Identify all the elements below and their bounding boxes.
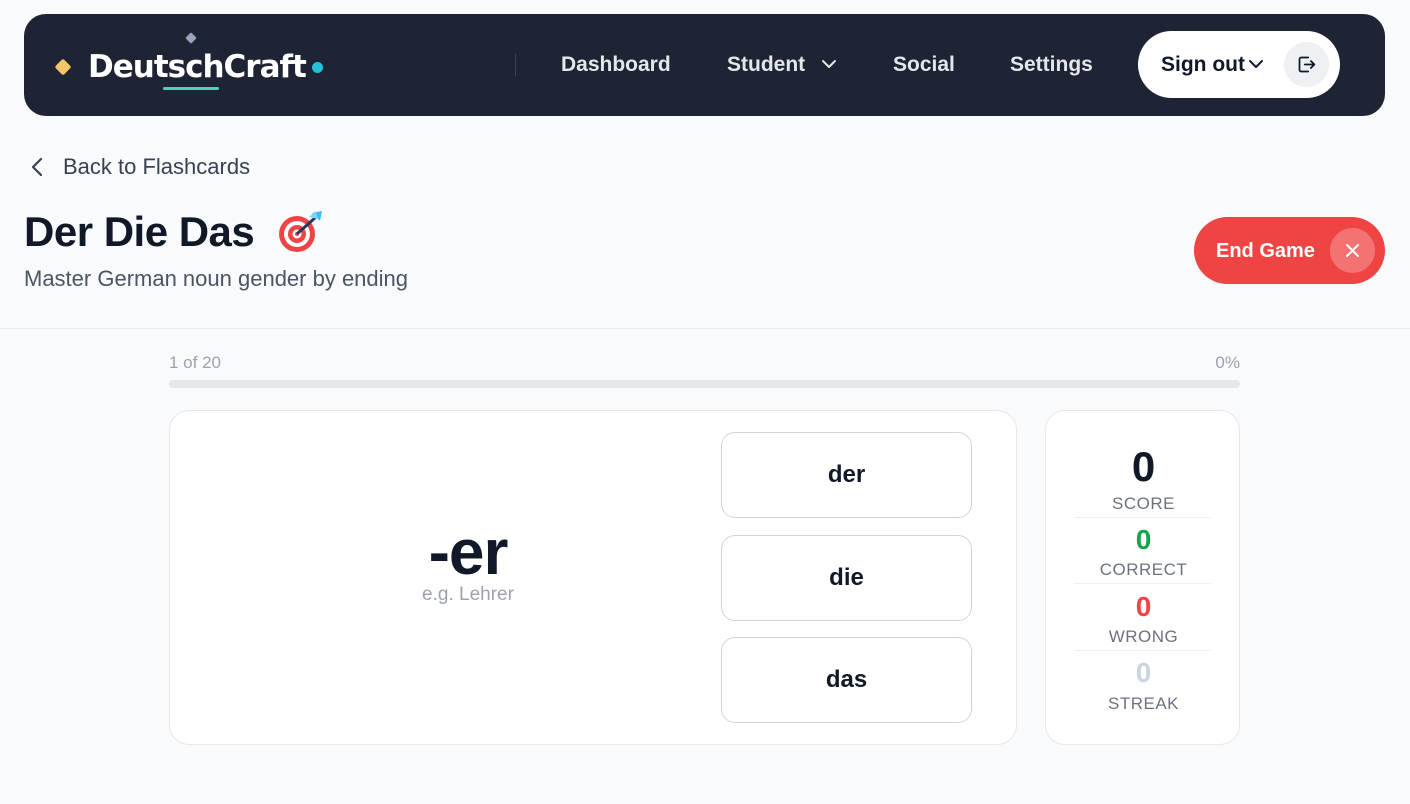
end-game-label: End Game <box>1216 240 1315 262</box>
target-dart-icon <box>279 211 322 252</box>
stat-divider <box>1074 583 1211 584</box>
stats-panel: 0 SCORE 0 CORRECT 0 WRONG 0 STREAK <box>1045 410 1240 745</box>
top-navbar: DeutschCraft Dashboard Student Social Se… <box>24 14 1385 116</box>
page-subtitle: Master German noun gender by ending <box>24 266 409 291</box>
logout-icon[interactable] <box>1284 42 1329 87</box>
nav-link-student[interactable]: Student <box>727 52 805 78</box>
nav-link-settings[interactable]: Settings <box>1010 52 1093 78</box>
sign-out-button[interactable]: Sign out <box>1138 31 1340 98</box>
correct-value: 0 <box>1135 524 1152 555</box>
back-label: Back to Flashcards <box>63 154 251 179</box>
progress-count: 1 of 20 <box>169 353 221 372</box>
stat-divider <box>1074 517 1211 518</box>
nav-divider <box>515 54 516 76</box>
logo-underline <box>163 87 219 90</box>
page-title: Der Die Das <box>24 208 255 255</box>
choice-die-button[interactable]: die <box>721 535 972 621</box>
close-icon <box>1330 228 1375 273</box>
stat-divider <box>1074 650 1211 651</box>
choice-der-button[interactable]: der <box>721 432 972 518</box>
app-name: DeutschCraft <box>88 49 307 85</box>
chevron-left-icon <box>31 157 43 177</box>
streak-label: STREAK <box>1107 694 1180 713</box>
chevron-down-icon[interactable] <box>821 59 837 69</box>
score-value: 0 <box>1131 443 1156 490</box>
app-logo[interactable]: DeutschCraft <box>54 14 354 116</box>
logo-sparkle-icon <box>185 32 197 44</box>
noun-ending: -er <box>428 516 509 588</box>
chevron-down-icon <box>1249 60 1263 68</box>
sign-out-label: Sign out <box>1161 53 1245 76</box>
logo-dot-icon <box>312 62 323 73</box>
correct-label: CORRECT <box>1099 560 1188 579</box>
wrong-label: WRONG <box>1108 627 1179 646</box>
wrong-value: 0 <box>1135 591 1152 622</box>
streak-value: 0 <box>1135 657 1152 688</box>
nav-link-dashboard[interactable]: Dashboard <box>561 52 671 78</box>
score-label: SCORE <box>1112 494 1175 513</box>
example-word: e.g. Lehrer <box>422 584 514 605</box>
header-divider <box>0 328 1410 329</box>
logo-diamond-icon <box>54 58 72 76</box>
progress-percent: 0% <box>1215 353 1240 372</box>
end-game-button[interactable]: End Game <box>1194 217 1385 284</box>
choice-das-button[interactable]: das <box>721 637 972 723</box>
flashcard: -er e.g. Lehrer der die das <box>169 410 1017 745</box>
nav-link-social[interactable]: Social <box>893 52 955 78</box>
progress-bar <box>169 380 1240 388</box>
